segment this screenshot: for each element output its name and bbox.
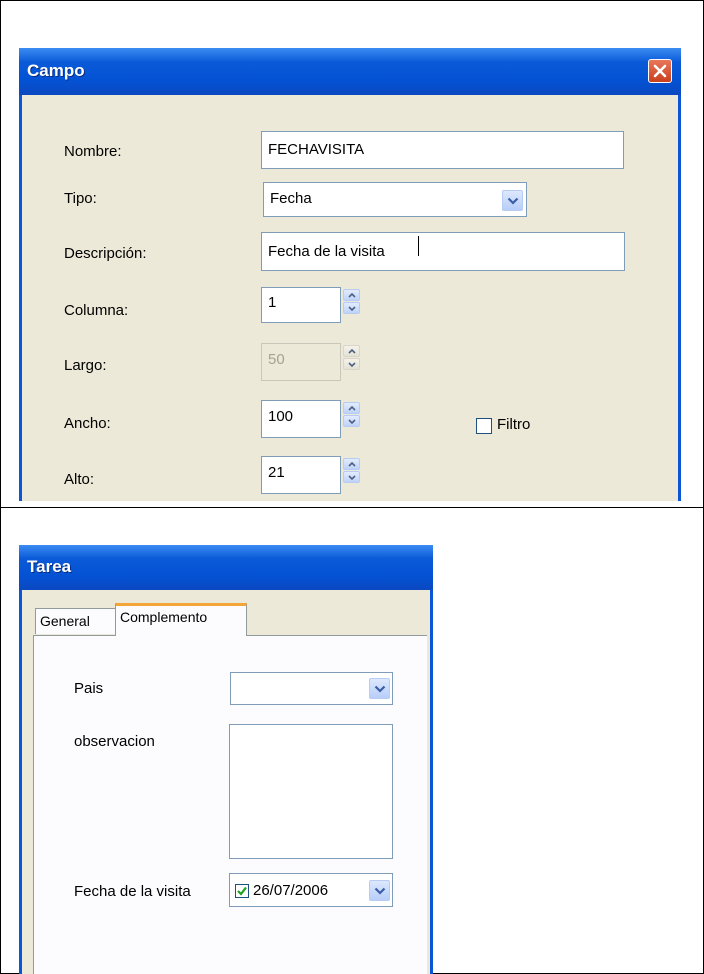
text-caret	[418, 236, 419, 256]
spin-down-button	[343, 358, 360, 370]
fecha-checkbox[interactable]	[235, 884, 249, 898]
tab-general[interactable]: General	[35, 608, 115, 634]
close-button[interactable]	[648, 59, 672, 83]
chevron-down-icon	[374, 887, 386, 895]
spin-up-button[interactable]	[343, 289, 360, 301]
spin-up-button[interactable]	[343, 402, 360, 414]
descripcion-input[interactable]: Fecha de la visita	[261, 232, 625, 271]
columna-label: Columna:	[64, 302, 129, 319]
fecha-label: Fecha de la visita	[74, 883, 191, 900]
tipo-select[interactable]: Fecha	[263, 182, 527, 217]
spin-down-button[interactable]	[343, 471, 360, 483]
tab-general-label: General	[40, 613, 90, 629]
checkmark-icon	[237, 886, 247, 896]
fecha-value: 26/07/2006	[253, 882, 329, 899]
alto-label: Alto:	[64, 471, 95, 488]
spin-down-button[interactable]	[343, 302, 360, 314]
nombre-label: Nombre:	[64, 143, 122, 160]
campo-title: Campo	[27, 61, 85, 80]
descripcion-label: Descripción:	[64, 245, 147, 262]
observacion-textarea[interactable]	[229, 724, 393, 859]
chevron-down-icon	[507, 197, 519, 205]
pais-dropdown-button[interactable]	[369, 678, 390, 699]
arrow-down-icon	[348, 306, 356, 311]
arrow-up-icon	[348, 462, 356, 467]
spin-up-button[interactable]	[343, 458, 360, 470]
arrow-up-icon	[348, 293, 356, 298]
tipo-label: Tipo:	[64, 190, 97, 207]
pais-label: Pais	[74, 680, 104, 697]
filtro-label: Filtro	[497, 416, 531, 433]
tarea-titlebar[interactable]: Tarea	[19, 545, 433, 590]
columna-input[interactable]: 1	[261, 287, 341, 323]
spin-up-button	[343, 345, 360, 357]
tarea-title: Tarea	[27, 557, 72, 576]
arrow-down-icon	[348, 475, 356, 480]
chevron-down-icon	[374, 685, 386, 693]
campo-titlebar[interactable]: Campo	[19, 48, 681, 95]
arrow-up-icon	[348, 406, 356, 411]
arrow-down-icon	[348, 362, 356, 367]
arrow-up-icon	[348, 349, 356, 354]
alto-input[interactable]: 21	[261, 456, 341, 494]
tipo-dropdown-button[interactable]	[502, 190, 523, 211]
largo-label: Largo:	[64, 357, 107, 374]
filtro-checkbox[interactable]	[476, 418, 492, 434]
largo-input: 50	[261, 343, 341, 381]
tab-complemento-label: Complemento	[120, 609, 208, 625]
ancho-label: Ancho:	[64, 415, 111, 432]
observacion-label: observacion	[74, 733, 155, 750]
arrow-down-icon	[348, 419, 356, 424]
document-divider	[0, 507, 704, 508]
spin-down-button[interactable]	[343, 415, 360, 427]
fecha-dropdown-button[interactable]	[369, 880, 390, 901]
tipo-select-value: Fecha	[270, 190, 312, 207]
ancho-input[interactable]: 100	[261, 400, 341, 438]
close-icon	[653, 64, 667, 78]
tab-complemento[interactable]: Complemento	[115, 603, 247, 636]
nombre-input[interactable]: FECHAVISITA	[261, 131, 624, 169]
